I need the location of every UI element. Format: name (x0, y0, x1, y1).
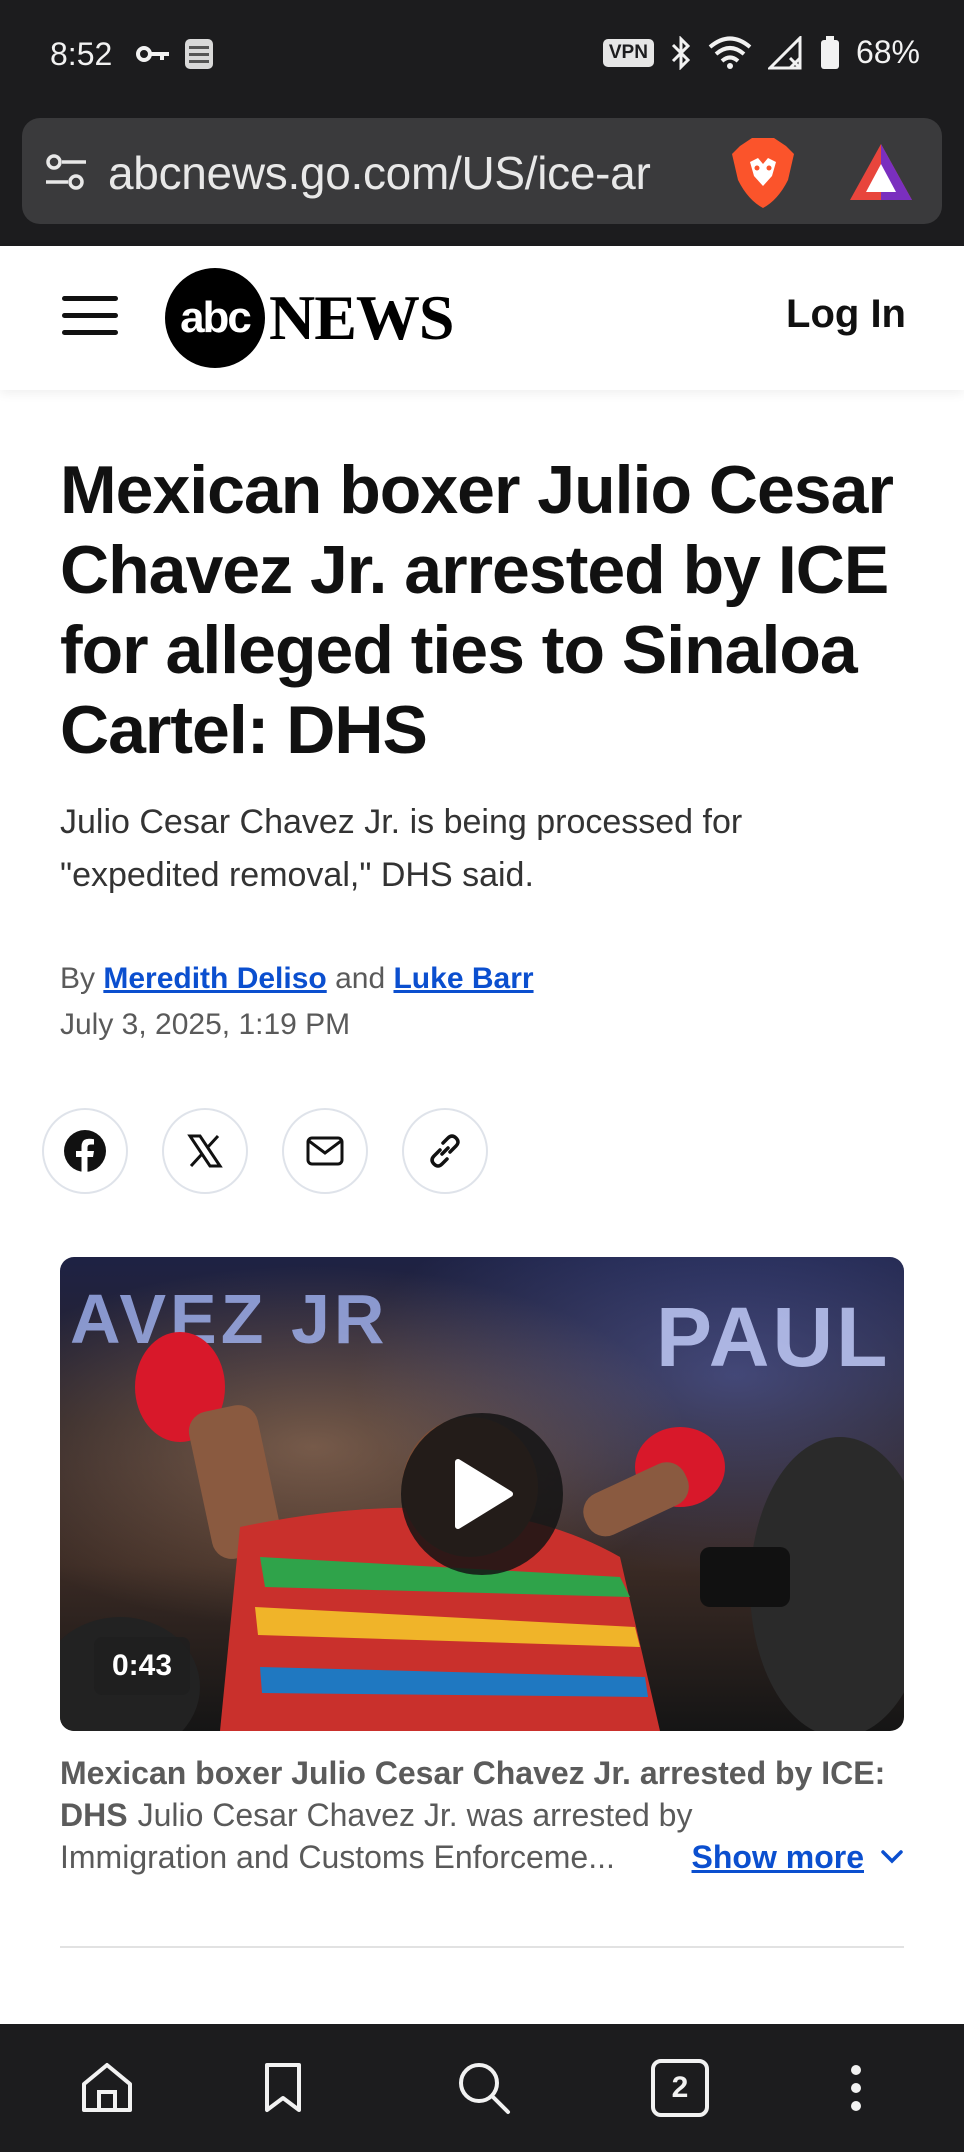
byline: By Meredith Deliso and Luke Barr (60, 962, 534, 996)
chevron-down-icon (881, 1850, 903, 1864)
share-row (42, 1108, 488, 1194)
share-facebook-button[interactable] (42, 1108, 128, 1194)
url-text[interactable]: abcnews.go.com/US/ice-ar (108, 146, 728, 200)
wifi-icon (708, 36, 752, 69)
battery-percent: 68% (855, 34, 920, 70)
search-icon (459, 2063, 510, 2114)
status-left-icons (136, 38, 214, 70)
bookmark-icon (265, 2063, 301, 2112)
play-icon (455, 1459, 513, 1529)
tabs-button[interactable]: 2 (648, 2056, 712, 2120)
author-link-1[interactable]: Meredith Deliso (103, 962, 326, 995)
email-icon (306, 1136, 344, 1166)
bookmarks-button[interactable] (251, 2056, 315, 2120)
site-header: abc NEWS Log In (0, 246, 964, 390)
key-icon (136, 46, 169, 62)
facebook-icon (64, 1130, 106, 1173)
bottom-nav: 2 (0, 2024, 964, 2152)
share-email-button[interactable] (282, 1108, 368, 1194)
status-bar: 8:52 VPN 68% (0, 0, 964, 116)
author-link-2[interactable]: Luke Barr (393, 962, 533, 995)
play-button[interactable] (401, 1413, 563, 1575)
copy-link-button[interactable] (402, 1108, 488, 1194)
article-dek: Julio Cesar Chavez Jr. is being processe… (60, 803, 743, 894)
logo-news-text: NEWS (269, 282, 454, 353)
byline-conj: and (335, 962, 386, 995)
site-settings-icon[interactable] (44, 152, 88, 192)
home-icon (82, 2063, 132, 2112)
caption-body-2: Immigration and Customs Enforceme... (60, 1839, 615, 1875)
battery-icon (820, 35, 839, 69)
logo-circle: abc (165, 268, 265, 368)
show-more-button[interactable]: Show more (692, 1836, 904, 1878)
search-button[interactable] (452, 2056, 516, 2120)
share-x-button[interactable] (162, 1108, 248, 1194)
show-more-label: Show more (691, 1839, 864, 1875)
status-time: 8:52 (50, 36, 113, 72)
video-caption: Mexican boxer Julio Cesar Chavez Jr. arr… (60, 1752, 904, 1878)
abc-news-logo[interactable]: abc NEWS (165, 268, 454, 368)
brave-rewards-icon[interactable] (848, 142, 914, 204)
link-icon (430, 1134, 460, 1168)
section-divider (60, 1946, 904, 1948)
article-date: July 3, 2025, 1:19 PM (60, 1008, 351, 1041)
browser-toolbar: abcnews.go.com/US/ice-ar (0, 116, 964, 246)
url-bar[interactable]: abcnews.go.com/US/ice-ar (22, 118, 942, 224)
caption-body-1: Julio Cesar Chavez Jr. was arrested by (137, 1797, 693, 1833)
bluetooth-icon (671, 35, 691, 70)
article-headline: Mexican boxer Julio Cesar Chavez Jr. arr… (60, 452, 894, 768)
amazon-shopper-panel-icon (185, 39, 213, 69)
video-duration: 0:43 (94, 1637, 191, 1695)
more-icon (851, 2065, 861, 2111)
more-menu-button[interactable] (824, 2056, 888, 2120)
video-player[interactable]: AVEZ JR PAUL 0:43 (60, 1257, 904, 1731)
byline-prefix: By (60, 962, 96, 995)
login-link[interactable]: Log In (786, 292, 906, 337)
tabs-icon: 2 (651, 2059, 709, 2117)
x-icon (187, 1134, 223, 1168)
signal-icon (767, 35, 802, 69)
vpn-badge: VPN (602, 38, 654, 67)
status-right: VPN 68% (602, 34, 920, 71)
brave-shields-icon[interactable] (728, 136, 798, 210)
hamburger-menu-icon[interactable] (62, 296, 118, 336)
home-button[interactable] (75, 2056, 139, 2120)
